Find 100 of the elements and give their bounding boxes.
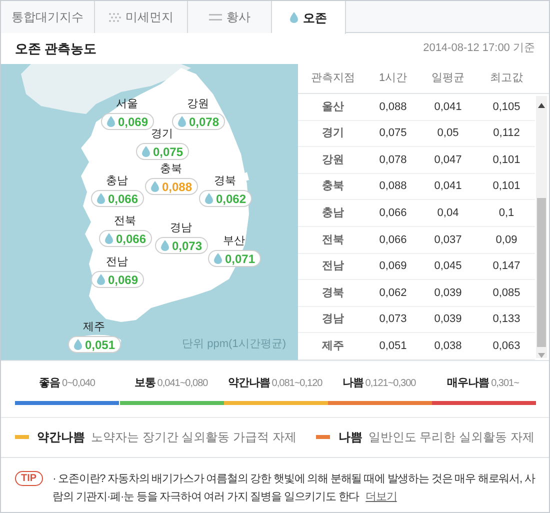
region-label: 전북 [113, 215, 137, 228]
column-header: 1시간 [378, 71, 408, 86]
table-cell-text: 충북 [321, 179, 345, 194]
region-label: 강원 [186, 98, 210, 111]
scroll-up-icon[interactable] [538, 103, 545, 108]
legend-label: 보통 [134, 376, 156, 391]
region-value: 0,073 [172, 238, 202, 254]
legend-range: 0,121~0,300 [365, 377, 416, 391]
table-cell-text: 0,085 [492, 286, 522, 301]
timestamp: 2014-08-12 17:00 기준 [423, 41, 535, 56]
table-cell-text: 울산 [321, 100, 345, 115]
table-cell-text: 충남 [321, 206, 345, 221]
tip-badge: TIP [15, 470, 43, 486]
drop-icon [205, 193, 213, 204]
advisory-text: 노약자는 장기간 실외활동 가급적 자제 [91, 429, 296, 446]
advisory-text: 일반인도 무리한 실외활동 자제 [368, 429, 534, 446]
table-cell-text: 제주 [321, 338, 345, 354]
region-value: 0,069 [118, 114, 148, 130]
scrollbar[interactable] [536, 96, 547, 358]
table-cell-text: 0,038 [433, 338, 463, 354]
table-cell-text: 0,062 [378, 286, 408, 301]
table-cell-text: 0,04 [436, 206, 460, 221]
table-cell-text: 경기 [321, 126, 345, 142]
region-label: 경북 [213, 175, 237, 188]
region-value: 0,088 [162, 178, 192, 196]
table-cell-text: 0,047 [433, 152, 463, 168]
advisory-level: 약간나쁨 [37, 429, 85, 446]
table-cell-text: 0,045 [433, 259, 463, 274]
tip-text: · 오존이란? 자동차의 배기가스가 여름철의 강한 햇빛에 의해 분해될 때에 발생하는 것은 매우 해로워서, 사람의 기관지·폐·눈 등을 자극하여 여러 가지 질병을 일으키기도 한다 더보기 [52, 472, 535, 504]
region-value: 0,071 [225, 250, 256, 268]
region-label: 전남 [105, 256, 129, 269]
drop-icon [161, 240, 169, 251]
tab[interactable]: 미세먼지 [95, 1, 188, 33]
table-cell-text: 강원 [321, 152, 345, 168]
legend-label: 나쁨 [342, 376, 364, 391]
table-cell-text: 0,105 [492, 100, 522, 115]
region-value: 0,066 [108, 190, 138, 208]
table-cell-text: 0,066 [378, 232, 408, 248]
region-label: 경남 [169, 222, 193, 235]
legend-label: 매우나쁨 [447, 376, 490, 391]
section-title: 오존 관측농도 [15, 40, 97, 58]
table-cell-text: 0,066 [378, 206, 408, 221]
table-cell-text: 0,041 [433, 179, 463, 194]
table-cell-text: 0,069 [378, 259, 408, 274]
tab[interactable]: 통합대기지수 [1, 1, 95, 33]
unit-note: 단위 ppm(1시간평균) [182, 336, 286, 352]
legend-label: 약간나쁨 [228, 376, 270, 391]
region-label: 부산 [222, 235, 246, 248]
table-cell-text: 0,1 [498, 206, 516, 221]
table-cell-text: 전북 [321, 232, 345, 248]
region-label: 경기 [150, 128, 174, 141]
region-label: 충남 [105, 175, 129, 188]
tab[interactable]: 황사 [188, 1, 272, 33]
table-cell-text: 0,078 [378, 152, 408, 168]
legend-range: 0,041~0,080 [157, 377, 208, 391]
drop-icon [151, 181, 159, 192]
region-value: 0,078 [189, 114, 220, 130]
table-cell-text: 0,073 [378, 312, 408, 328]
drop-icon [214, 253, 222, 264]
drop-icon [178, 116, 186, 127]
table-cell-text: 경북 [321, 286, 345, 301]
table-cell-text: 0,133 [492, 312, 522, 328]
drop-icon [97, 274, 105, 285]
table-cell-text: 0,041 [433, 100, 463, 115]
region-label: 제주 [82, 321, 106, 334]
legend-range: 0,301~ [491, 377, 519, 391]
table-cell-text: 0,037 [433, 232, 463, 248]
table-cell-text: 0,112 [492, 126, 521, 142]
table-cell-text: 0,039 [433, 312, 463, 328]
table-cell-text: 경남 [321, 312, 345, 328]
region-label: 충북 [159, 163, 183, 176]
table-cell-text: 0,09 [494, 232, 518, 248]
drop-icon [105, 233, 113, 244]
drop-icon [107, 116, 115, 127]
table-cell-text: 0,101 [492, 152, 522, 168]
table-cell-text: 0,101 [492, 179, 522, 194]
drop-icon [290, 12, 298, 23]
table-cell-text: 0,088 [378, 179, 408, 194]
legend-label: 좋음 [39, 376, 60, 391]
tab[interactable]: 오존 [272, 1, 346, 34]
table-cell-text: 0,051 [378, 338, 408, 354]
lines-icon [208, 14, 222, 20]
region-value: 0,062 [216, 190, 246, 208]
column-header: 일평균 [430, 71, 466, 86]
scroll-down-icon[interactable] [538, 353, 545, 358]
more-link[interactable]: 더보기 [366, 490, 397, 502]
legend-range: 0,081~0,120 [272, 377, 322, 391]
drop-icon [74, 339, 82, 350]
region-label: 서울 [115, 98, 139, 111]
advisory-level: 나쁨 [338, 429, 362, 446]
region-value: 0,075 [153, 144, 184, 160]
table-cell-text: 0,05 [436, 126, 460, 142]
table-cell-text: 0,147 [492, 259, 522, 274]
table-cell-text: 0,075 [378, 126, 408, 142]
region-value: 0,066 [116, 230, 146, 248]
table-cell-text: 전남 [321, 259, 345, 274]
scroll-thumb[interactable] [537, 198, 546, 348]
table-cell-text: 0,039 [433, 286, 463, 301]
dots-icon [108, 12, 120, 22]
table-cell-text: 0,088 [378, 100, 408, 115]
